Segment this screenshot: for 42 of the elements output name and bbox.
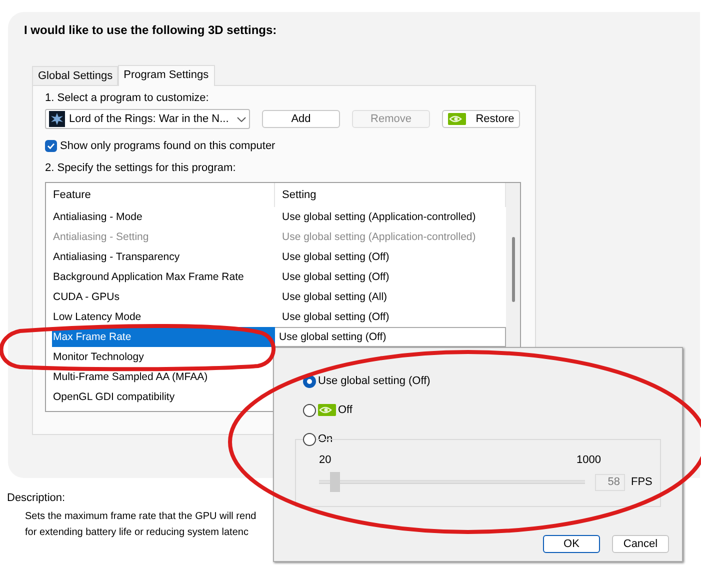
button[interactable]: Restore — [442, 110, 520, 128]
unit-label: FPS — [631, 476, 652, 488]
setting-dropdown[interactable]: Use global setting (Off) — [275, 327, 506, 347]
description-text: for extending battery life or reducing system latenc — [25, 526, 248, 540]
checkbox[interactable] — [45, 140, 57, 152]
option-label[interactable]: Off — [338, 404, 352, 416]
setting-cell[interactable]: Use global setting (Off) — [275, 247, 506, 267]
program-icon — [49, 111, 65, 127]
feature-cell[interactable]: Antialiasing - Transparency — [46, 247, 275, 267]
scrollbar-thumb[interactable] — [512, 237, 515, 302]
slider-max-label: 1000 — [576, 454, 601, 466]
tab[interactable]: Program Settings — [118, 65, 215, 86]
column-header[interactable]: Feature — [46, 183, 275, 207]
setting-cell[interactable]: Use global setting (Application-controlled) — [275, 207, 506, 227]
logo-icon — [318, 404, 336, 416]
description-text: Sets the maximum frame rate that the GPU will rend — [25, 510, 256, 524]
logo-icon — [448, 113, 466, 125]
button[interactable]: Add — [262, 110, 340, 128]
setting-cell[interactable]: Use global setting (Off) — [275, 307, 506, 327]
option-label[interactable]: Use global setting (Off) — [318, 375, 430, 387]
button[interactable]: Cancel — [612, 535, 669, 553]
program-dropdown[interactable]: Lord of the Rings: War in the N... — [45, 109, 250, 129]
button[interactable]: OK — [543, 535, 600, 553]
slider-min-label: 20 — [319, 454, 332, 466]
feature-cell[interactable]: CUDA - GPUs — [46, 287, 275, 307]
radio-button[interactable] — [303, 432, 316, 446]
checkbox-label: Show only programs found on this computer — [60, 140, 276, 152]
setting-cell[interactable]: Use global setting (All) — [275, 287, 506, 307]
step-label: 1. Select a program to customize: — [45, 92, 209, 104]
setting-cell[interactable]: Use global setting (Off) — [275, 267, 506, 287]
feature-cell[interactable]: OpenGL GDI compatibility — [46, 387, 275, 407]
feature-cell[interactable]: Multi-Frame Sampled AA (MFAA) — [46, 367, 275, 387]
tab[interactable]: Global Settings — [32, 66, 118, 85]
caret-icon — [237, 116, 246, 122]
radio-button[interactable] — [303, 404, 316, 416]
feature-cell[interactable]: Monitor Technology — [46, 347, 275, 367]
description-label: Description: — [7, 492, 66, 504]
feature-cell[interactable]: Background Application Max Frame Rate — [46, 267, 275, 287]
step-label: 2. Specify the settings for this program: — [45, 162, 236, 174]
section-heading: I would like to use the following 3D settings: — [24, 23, 277, 37]
feature-cell[interactable]: Low Latency Mode — [46, 307, 275, 327]
feature-cell[interactable]: Antialiasing - Mode — [46, 207, 275, 227]
